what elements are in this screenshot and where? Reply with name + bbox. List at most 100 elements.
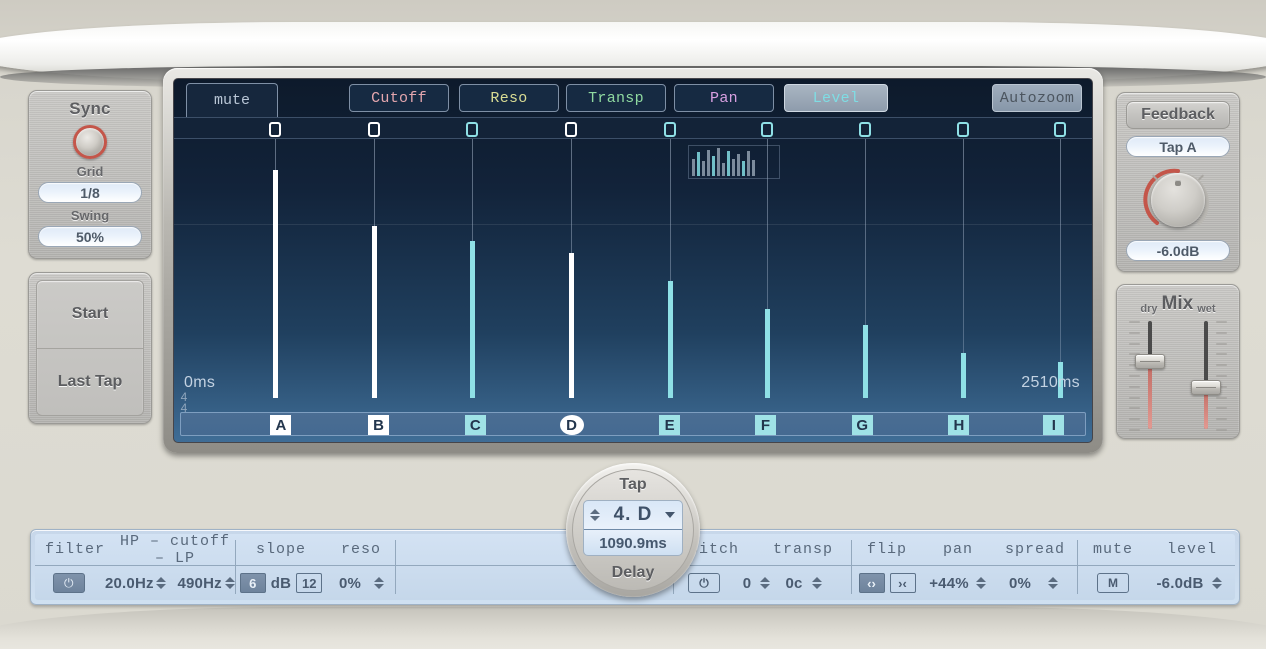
pitch-stepper[interactable] <box>759 577 771 589</box>
mute-button[interactable]: M <box>1097 573 1129 593</box>
mute-marker-strip[interactable] <box>174 117 1092 139</box>
spread-label: spread <box>993 541 1077 558</box>
slope-12db-button[interactable]: 12 <box>296 573 322 593</box>
tap-chip-e[interactable]: E <box>659 415 680 435</box>
feedback-tap-select[interactable]: Tap A <box>1126 136 1230 157</box>
filter-lp-value[interactable]: 490Hz <box>174 575 225 592</box>
mute-marker-b[interactable] <box>368 122 380 137</box>
tap-display[interactable]: mute Cutoff ResoTransp Pan Level Autozoom 0… <box>173 78 1093 443</box>
pitch-semitone-value[interactable]: 0 <box>735 575 759 592</box>
mute-marker-a[interactable] <box>269 122 281 137</box>
feedback-knob[interactable] <box>1142 164 1214 236</box>
mute-marker-i[interactable] <box>1054 122 1066 137</box>
tap-chip-i[interactable]: I <box>1043 415 1064 435</box>
feedback-panel: Feedback Tap A -6.0dB <box>1116 92 1240 272</box>
pan-label: pan <box>923 541 993 558</box>
transp-stepper[interactable] <box>811 577 823 589</box>
chevron-down-icon[interactable] <box>665 512 675 518</box>
feedback-title: Feedback <box>1126 101 1230 129</box>
tap-chip-a[interactable]: A <box>270 415 291 435</box>
tap-chip-h[interactable]: H <box>948 415 969 435</box>
tap-level-bar-a[interactable] <box>273 170 278 398</box>
tap-level-bar-b[interactable] <box>372 226 377 398</box>
tap-chip-row[interactable]: A B C D E F G H I <box>180 412 1086 436</box>
tab-mute[interactable]: mute <box>186 83 278 117</box>
pan-stepper[interactable] <box>975 577 987 589</box>
feedback-knob-indicator <box>1175 180 1181 186</box>
pan-value[interactable]: +44% <box>923 575 975 592</box>
tap-track-i <box>1060 139 1061 398</box>
time-start-label: 0ms <box>184 374 215 392</box>
mute-marker-h[interactable] <box>957 122 969 137</box>
mute-level-group: mute level M -6.0dB <box>1077 534 1235 600</box>
tap-level-bar-d[interactable] <box>569 253 574 398</box>
transp-label: transp <box>755 541 851 558</box>
reso-value[interactable]: 0% <box>327 575 373 592</box>
mute-marker-d[interactable] <box>565 122 577 137</box>
filter-lp-stepper[interactable] <box>225 577 235 589</box>
transp-value[interactable]: 0c <box>777 575 811 592</box>
slope-db-label: dB <box>271 575 291 592</box>
tap-chip-b[interactable]: B <box>368 415 389 435</box>
tap-dial-lcd[interactable]: 4. D 1090.9ms <box>583 500 683 556</box>
tap-chip-c[interactable]: C <box>465 415 486 435</box>
toolbar-button-cutoff[interactable]: Cutoff <box>349 84 449 112</box>
transport-panel: Start Last Tap <box>28 272 152 424</box>
filter-hp-value[interactable]: 20.0Hz <box>102 575 156 592</box>
swing-label: Swing <box>38 208 142 223</box>
toolbar-button-reso[interactable]: Reso <box>459 84 559 112</box>
tap-dial-value: 4. D <box>614 504 653 526</box>
spread-stepper[interactable] <box>1047 577 1059 589</box>
mute-marker-g[interactable] <box>859 122 871 137</box>
tap-level-bar-g[interactable] <box>863 325 868 398</box>
tap-level-bar-h[interactable] <box>961 353 966 398</box>
filter-hp-stepper[interactable] <box>156 577 166 589</box>
mix-sliders <box>1126 319 1230 431</box>
dry-slider[interactable] <box>1133 319 1167 431</box>
slope-6db-button[interactable]: 6 <box>240 573 266 593</box>
tap-chip-d[interactable]: D <box>560 415 584 435</box>
toolbar-button-level[interactable]: Level <box>784 84 888 112</box>
tap-delay-dial: Tap 4. D 1090.9ms Delay <box>566 463 700 597</box>
time-signature: 4 4 <box>176 392 192 414</box>
dry-slider-handle[interactable] <box>1135 354 1165 369</box>
slope-label: slope <box>235 541 327 558</box>
tap-level-bar-f[interactable] <box>765 309 770 398</box>
start-button[interactable]: Start <box>37 281 143 348</box>
toolbar-button-pan[interactable]: Pan <box>674 84 774 112</box>
spread-value[interactable]: 0% <box>993 575 1047 592</box>
mute-marker-e[interactable] <box>664 122 676 137</box>
tap-chip-f[interactable]: F <box>755 415 776 435</box>
mute-marker-f[interactable] <box>761 122 773 137</box>
slope-reso-group: slope reso 6 dB 12 0% <box>235 534 395 600</box>
grid-value[interactable]: 1/8 <box>38 182 142 203</box>
autozoom-button[interactable]: Autozoom <box>992 84 1082 112</box>
tap-plot[interactable]: 0ms 2510ms <box>174 139 1092 398</box>
pitch-power-button[interactable]: ⏻ <box>688 573 720 593</box>
mix-title: Mix <box>1162 293 1194 315</box>
tap-dial-time[interactable]: 1090.9ms <box>584 530 682 556</box>
flip-in-button[interactable]: ›‹ <box>890 573 916 593</box>
level-value[interactable]: -6.0dB <box>1149 575 1211 592</box>
feedback-value[interactable]: -6.0dB <box>1126 240 1230 261</box>
wet-slider-ticks <box>1216 321 1227 429</box>
level-stepper[interactable] <box>1211 577 1223 589</box>
toolbar-button-transp[interactable]: Transp <box>566 84 666 112</box>
tap-dial-stepper[interactable] <box>589 509 601 521</box>
wet-slider[interactable] <box>1189 319 1223 431</box>
plugin-window: Sync Grid 1/8 Swing 50% Start Last Tap m… <box>0 0 1266 649</box>
tap-dial-selector[interactable]: 4. D <box>584 501 682 530</box>
tap-level-bar-e[interactable] <box>668 281 673 398</box>
sync-led[interactable] <box>73 125 107 159</box>
mute-marker-c[interactable] <box>466 122 478 137</box>
reso-stepper[interactable] <box>373 577 385 589</box>
tap-level-bar-c[interactable] <box>470 241 475 398</box>
swing-value[interactable]: 50% <box>38 226 142 247</box>
tap-chip-g[interactable]: G <box>852 415 873 435</box>
flip-label: flip <box>851 541 923 558</box>
last-tap-button[interactable]: Last Tap <box>37 348 143 416</box>
wet-slider-handle[interactable] <box>1191 380 1221 395</box>
flip-out-button[interactable]: ‹› <box>859 573 885 593</box>
filter-power-button[interactable]: ⏻ <box>53 573 85 593</box>
mix-dry-label: dry <box>1140 303 1157 315</box>
